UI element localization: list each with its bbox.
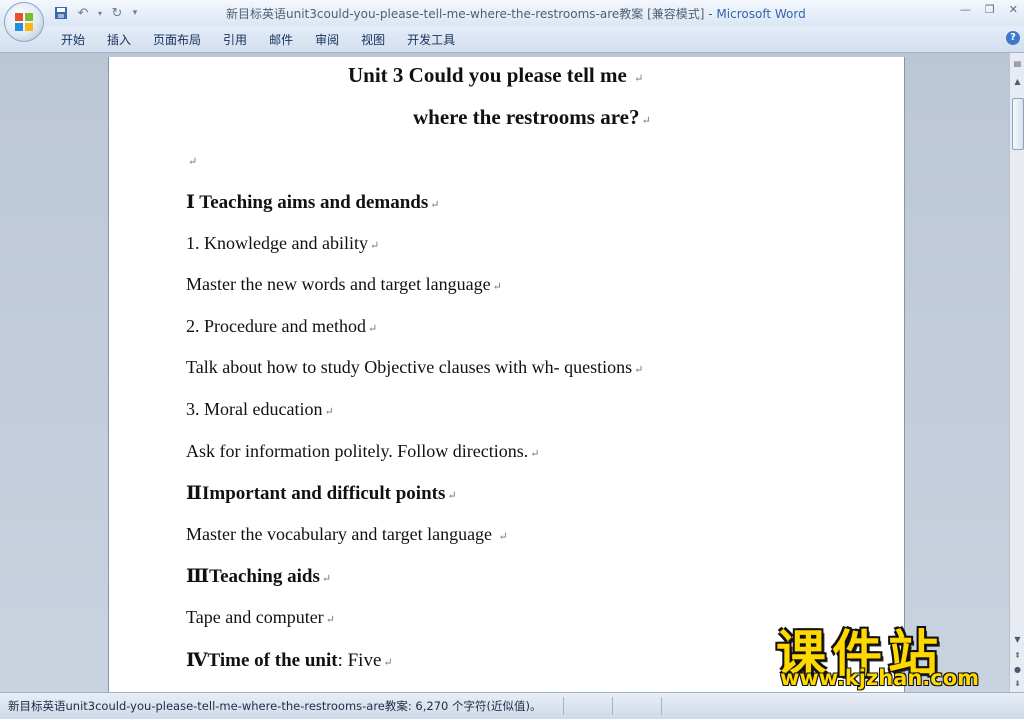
tab-insert[interactable]: 插入 [96, 30, 142, 50]
document-line: Master the new words and target language… [186, 274, 502, 295]
paragraph-mark: ↵ [324, 406, 334, 418]
ruler-toggle-icon[interactable]: ▤ [1011, 57, 1024, 70]
paragraph-mark: ↵ [430, 199, 440, 211]
office-logo-icon [15, 13, 33, 31]
paragraph-mark: ↵ [325, 614, 335, 626]
document-line: ⅢTeaching aids ↵ [186, 565, 331, 588]
paragraph-mark: ↵ [383, 656, 393, 669]
line-text: ⅡImportant and difficult points [186, 483, 446, 505]
document-line: Master the vocabulary and target languag… [186, 524, 508, 545]
line-text: Ⅰ Teaching aims and demands [186, 192, 429, 213]
tab-view[interactable]: 视图 [350, 30, 396, 50]
document-line: 3. Moral education ↵ [186, 399, 334, 420]
save-icon[interactable] [52, 4, 70, 22]
scrollbar-thumb[interactable] [1012, 98, 1024, 150]
ribbon: 开始 插入 页面布局 引用 邮件 审阅 视图 开发工具 ? [0, 26, 1024, 53]
line-suffix: : Five [337, 649, 382, 671]
paragraph-mark: ↵ [634, 364, 644, 377]
document-line: ⅡImportant and difficult points ↵ [186, 482, 457, 505]
document-line: Talk about how to study Objective clause… [186, 357, 643, 378]
paragraph-mark: ↵ [634, 73, 644, 85]
paragraph-mark: ↵ [369, 239, 380, 252]
paragraph-mark: ↵ [321, 573, 332, 586]
status-bar: 新目标英语unit3could-you-please-tell-me-where… [0, 692, 1024, 719]
watermark-url: www.kjzhan.com [780, 666, 980, 690]
ribbon-tabs: 开始 插入 页面布局 引用 邮件 审阅 视图 开发工具 [50, 30, 466, 50]
paragraph-mark: ↵ [498, 530, 508, 543]
scroll-up-icon[interactable]: ▲ [1011, 75, 1024, 88]
document-title-line1: Unit 3 Could you please tell me ↵ [348, 63, 643, 88]
line-text: 1. Knowledge and ability [186, 232, 368, 253]
tab-review[interactable]: 审阅 [304, 30, 350, 50]
tab-home[interactable]: 开始 [50, 30, 96, 50]
line-text: Master the new words and target language [186, 274, 491, 295]
document-line: Tape and computer ↵ [186, 607, 335, 628]
status-divider [563, 697, 564, 715]
paragraph-mark: ↵ [641, 115, 651, 127]
document-title-line2: where the restrooms are? ↵ [413, 105, 651, 130]
dropdown-arrow-icon[interactable]: ▾ [96, 4, 104, 22]
office-button[interactable] [4, 2, 44, 42]
restore-icon[interactable]: ❐ [985, 3, 995, 16]
browse-object-icon[interactable]: ● [1011, 663, 1024, 676]
tab-references[interactable]: 引用 [212, 30, 258, 50]
paragraph-mark: ↵ [367, 322, 378, 335]
quick-access-toolbar: ↶ ▾ ↻ ▾ [52, 3, 140, 23]
paragraph-mark: ↵ [530, 447, 540, 460]
document-line: ⅣTime of the unit: Five ↵ [186, 649, 393, 672]
vertical-scrollbar[interactable]: ▤ ▲ ▼ ⇞ ● ⇟ [1009, 53, 1024, 692]
previous-page-icon[interactable]: ⇞ [1011, 649, 1024, 662]
line-text: Ask for information politely. Follow dir… [186, 440, 529, 461]
paragraph-mark: ↵ [492, 281, 502, 294]
paragraph-mark: ↵ [447, 490, 457, 503]
document-line: 1. Knowledge and ability ↵ [186, 233, 379, 254]
document-line: Ask for information politely. Follow dir… [186, 441, 540, 462]
document-title: 新目标英语unit3could-you-please-tell-me-where… [226, 7, 717, 21]
line-text: 2. Procedure and method [186, 315, 366, 336]
help-icon[interactable]: ? [1006, 31, 1020, 45]
document-workspace: Unit 3 Could you please tell me ↵ where … [0, 53, 1009, 692]
status-divider [612, 697, 613, 715]
tab-mailings[interactable]: 邮件 [258, 30, 304, 50]
status-divider [661, 697, 662, 715]
window-title: 新目标英语unit3could-you-please-tell-me-where… [226, 5, 806, 22]
title-line2-text: where the restrooms are? [413, 105, 640, 129]
document-page[interactable]: Unit 3 Could you please tell me ↵ where … [109, 57, 904, 692]
line-text: 3. Moral education [186, 399, 323, 419]
line-text: ⅣTime of the unit [186, 649, 338, 671]
app-name: Microsoft Word [716, 7, 806, 21]
status-text: 新目标英语unit3could-you-please-tell-me-where… [8, 699, 542, 713]
line-text: ⅢTeaching aids [186, 566, 320, 588]
line-text: Master the vocabulary and target languag… [186, 523, 497, 544]
line-text: Talk about how to study Objective clause… [186, 357, 633, 378]
minimize-icon[interactable]: — [960, 3, 971, 16]
paragraph-mark: ↵ [188, 156, 198, 168]
watermark-logo: 课件站 www.kjzhan.com [774, 614, 1004, 694]
close-icon[interactable]: ✕ [1009, 3, 1018, 16]
line-text: Tape and computer [186, 607, 324, 627]
title-bar: ↶ ▾ ↻ ▾ 新目标英语unit3could-you-please-tell-… [0, 0, 1024, 27]
empty-paragraph: ↵ [186, 149, 197, 170]
tab-page-layout[interactable]: 页面布局 [142, 30, 212, 50]
customize-toolbar-icon[interactable]: ▾ [130, 4, 140, 22]
scroll-down-icon[interactable]: ▼ [1011, 633, 1024, 646]
window-controls: — ❐ ✕ [960, 3, 1018, 16]
next-page-icon[interactable]: ⇟ [1011, 677, 1024, 690]
document-line: 2. Procedure and method ↵ [186, 316, 377, 337]
redo-icon[interactable]: ↻ [108, 4, 126, 22]
document-line: Ⅰ Teaching aims and demands ↵ [186, 191, 439, 214]
title-line1-text: Unit 3 Could you please tell me [348, 63, 627, 87]
undo-icon[interactable]: ↶ [74, 4, 92, 22]
tab-developer[interactable]: 开发工具 [396, 30, 466, 50]
